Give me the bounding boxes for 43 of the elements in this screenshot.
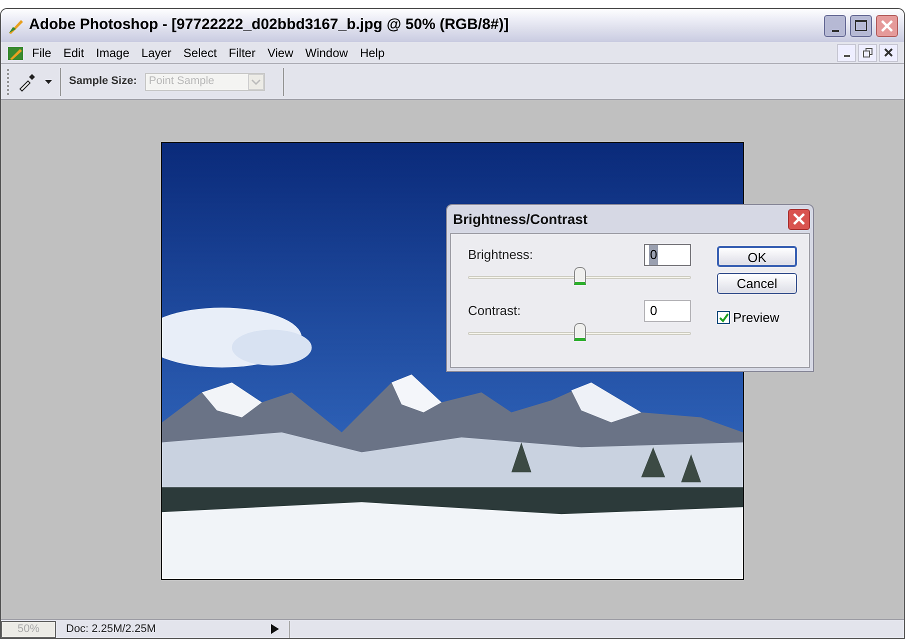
menu-item[interactable]: Edit bbox=[58, 44, 90, 62]
dialog-button[interactable]: OK bbox=[717, 246, 797, 267]
close-button[interactable] bbox=[876, 14, 898, 36]
close-icon bbox=[880, 18, 894, 32]
preview-checkbox[interactable] bbox=[717, 311, 730, 324]
slider-label: Contrast: bbox=[468, 302, 521, 320]
menu-item[interactable]: Window bbox=[300, 44, 353, 62]
sample-size-label: Sample Size: bbox=[69, 74, 137, 90]
slider-label: Brightness: bbox=[468, 246, 534, 264]
doc-restore-button[interactable] bbox=[858, 44, 877, 62]
maximize-button[interactable] bbox=[850, 14, 872, 36]
doc-close-button[interactable] bbox=[879, 44, 898, 62]
caret-icon[interactable] bbox=[45, 80, 52, 84]
menu-item[interactable]: Help bbox=[354, 44, 390, 62]
minimize-icon bbox=[844, 54, 850, 56]
play-icon[interactable] bbox=[271, 624, 279, 634]
close-icon bbox=[793, 213, 805, 225]
chevron-down-icon bbox=[248, 74, 264, 90]
minimize-button[interactable] bbox=[824, 14, 846, 36]
doc-minimize-button[interactable] bbox=[837, 44, 856, 62]
slider-thumb[interactable] bbox=[574, 323, 586, 341]
app-icon bbox=[7, 44, 25, 60]
window-title: Adobe Photoshop - [97722222_d02bbd3167_b.jpg @ 50% (RGB/8#)] bbox=[29, 15, 509, 36]
menu-item[interactable]: View bbox=[262, 44, 298, 62]
dialog-button[interactable]: Cancel bbox=[717, 273, 797, 294]
minimize-icon bbox=[832, 30, 838, 32]
slider-thumb[interactable] bbox=[574, 267, 586, 285]
dialog-title: Brightness/Contrast bbox=[453, 210, 588, 229]
maximize-icon bbox=[855, 20, 867, 31]
doc-info: Doc: 2.25M/2.25M bbox=[65, 622, 157, 637]
menu-item[interactable]: Filter bbox=[224, 44, 260, 62]
restore-icon bbox=[862, 48, 872, 58]
menu-item[interactable]: Select bbox=[178, 44, 222, 62]
menu-item[interactable]: File bbox=[27, 44, 56, 62]
close-icon bbox=[884, 48, 893, 57]
value-field[interactable]: 0 bbox=[644, 300, 691, 322]
eyedropper-icon[interactable] bbox=[17, 72, 37, 92]
value-field[interactable]: 0 bbox=[644, 244, 691, 266]
dialog-close-button[interactable] bbox=[788, 208, 810, 230]
preview-label: Preview bbox=[733, 309, 780, 327]
menu-item[interactable]: Image bbox=[91, 44, 134, 62]
menu-item[interactable]: Layer bbox=[136, 44, 176, 62]
check-icon bbox=[718, 312, 728, 323]
